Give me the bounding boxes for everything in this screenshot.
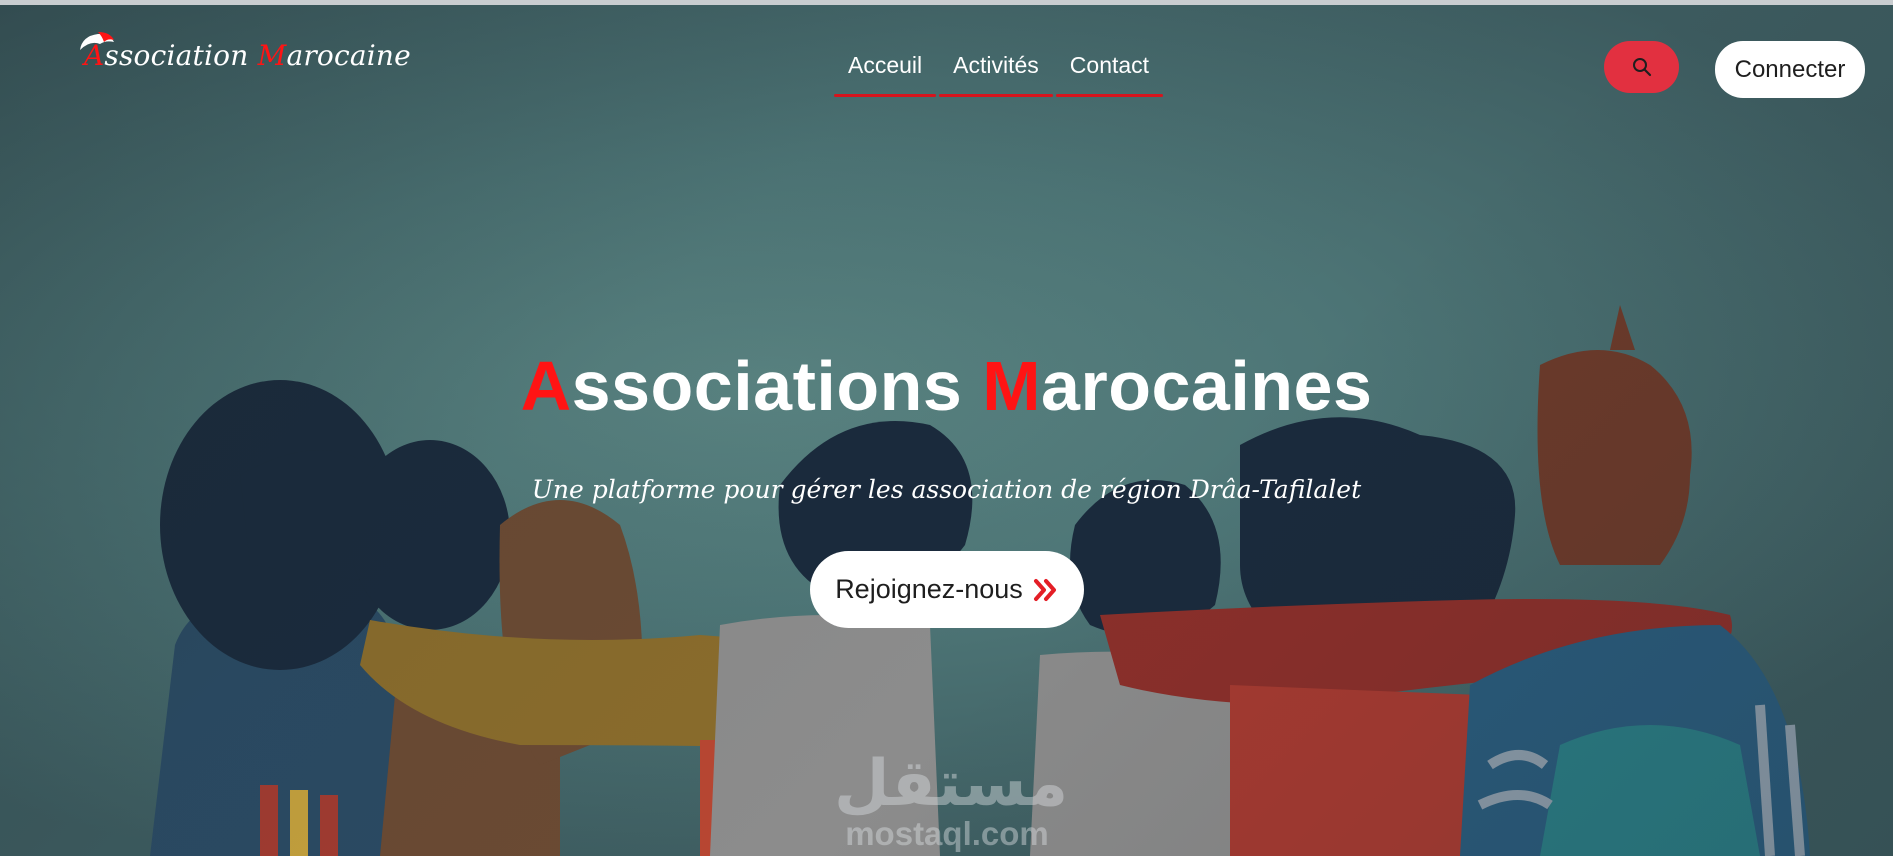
nav-item-acceuil[interactable]: Acceuil — [834, 45, 937, 99]
main-nav: Acceuil Activités Contact — [834, 45, 1164, 99]
search-button[interactable] — [1604, 41, 1679, 93]
hero-overlay — [0, 5, 1893, 856]
hero-section — [0, 5, 1893, 856]
join-button[interactable]: Rejoignez-nous — [810, 551, 1084, 628]
hero-title-word-1: ssociations — [571, 347, 963, 425]
logo-text: Association Marocaine — [84, 39, 411, 72]
hero-title-initial-m: M — [982, 347, 1042, 425]
nav-item-activites[interactable]: Activités — [939, 45, 1053, 99]
site-logo[interactable]: Association Marocaine — [76, 30, 411, 80]
logo-initial-a: A — [84, 38, 105, 72]
logo-word-1: ssociation — [104, 38, 249, 72]
hero-title-word-2: arocaines — [1041, 347, 1373, 425]
watermark: مستقل mostaql.com — [834, 747, 1069, 852]
search-icon — [1632, 58, 1651, 77]
hero-title-initial-a: A — [520, 347, 572, 425]
watermark-arabic: مستقل — [834, 747, 1069, 819]
logo-word-2: arocaine — [286, 38, 411, 72]
connect-button[interactable]: Connecter — [1715, 41, 1865, 98]
double-chevron-right-icon — [1033, 578, 1056, 601]
watermark-url: mostaql.com — [845, 815, 1049, 852]
logo-initial-m: M — [257, 38, 287, 72]
join-button-label: Rejoignez-nous — [835, 574, 1023, 604]
page: Association Marocaine Acceuil Activités … — [0, 0, 1893, 856]
nav-item-contact[interactable]: Contact — [1055, 45, 1164, 99]
top-border — [0, 0, 1893, 5]
hero-title: Associations Marocaines — [0, 346, 1893, 426]
hero-subtitle: Une platforme pour gérer les association… — [531, 475, 1362, 504]
